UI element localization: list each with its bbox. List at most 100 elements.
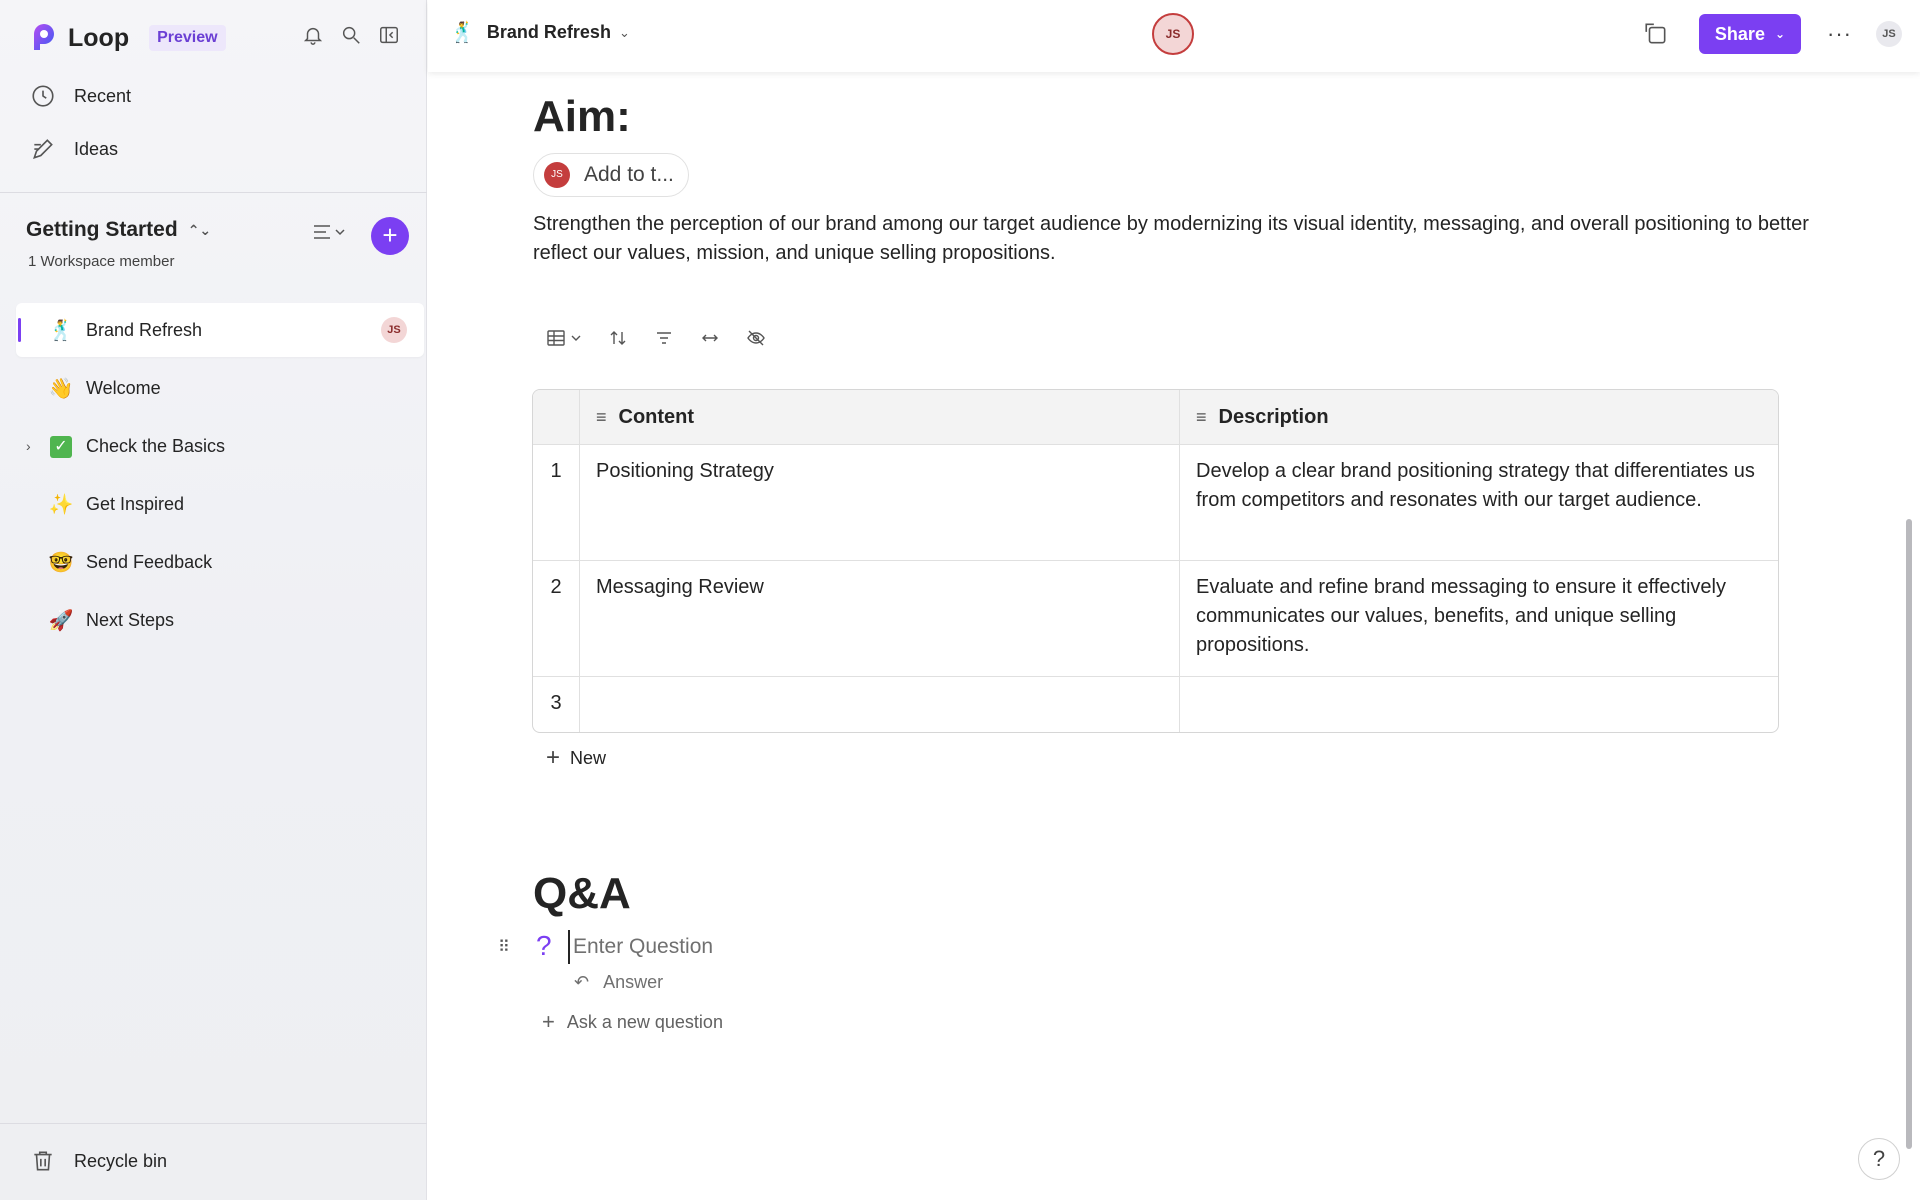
app-name: Loop	[68, 23, 130, 52]
share-label: Share	[1714, 24, 1765, 44]
row-number: 3	[550, 692, 562, 714]
drag-handle-icon[interactable]: ⠿	[498, 937, 510, 957]
scrollbar[interactable]	[1906, 519, 1912, 1149]
column-header-content[interactable]: ≡ Content	[579, 390, 1179, 444]
aim-heading: Aim:	[533, 92, 631, 141]
workspace-view-menu[interactable]	[312, 222, 346, 242]
doc-title-dropdown[interactable]: 🕺 Brand Refresh ⌄	[450, 20, 630, 45]
chevron-down-icon: ⌄	[618, 24, 630, 40]
collapse-sidebar-icon[interactable]	[378, 24, 400, 46]
bell-icon[interactable]	[302, 24, 324, 46]
more-options-icon[interactable]: ···	[1827, 21, 1852, 47]
avatar: JS	[381, 317, 407, 343]
sort-icon[interactable]	[608, 328, 628, 348]
page-item-brand-refresh[interactable]: 🕺 Brand Refresh JS	[16, 303, 424, 357]
page-item-send-feedback[interactable]: 🤓 Send Feedback	[16, 535, 424, 589]
dancer-icon: 🕺	[48, 319, 74, 342]
trash-icon	[34, 1151, 52, 1171]
expand-collapse-icon: ⌃⌄	[187, 221, 212, 238]
chevron-down-icon	[335, 229, 345, 236]
list-view-icon	[314, 225, 330, 239]
recycle-bin[interactable]: Recycle bin	[30, 1148, 167, 1174]
sidebar-divider	[0, 192, 427, 193]
chevron-down-icon	[571, 335, 581, 341]
page-item-label: Get Inspired	[86, 493, 185, 514]
table-cell-content[interactable]: Positioning Strategy	[579, 445, 1179, 560]
plus-icon: +	[546, 744, 561, 771]
page-item-welcome[interactable]: 👋 Welcome	[16, 361, 424, 415]
table-cell-description[interactable]: Develop a clear brand positioning strate…	[1179, 445, 1778, 560]
table-grid-icon	[547, 330, 565, 346]
dancer-icon: 🕺	[450, 22, 475, 44]
ask-new-question-label: Ask a new question	[566, 1011, 723, 1032]
text-column-icon: ≡	[596, 406, 607, 427]
content-table: ≡ Content ≡ Description 1 Positioning St…	[532, 389, 1779, 733]
header-actions: Share ⌄ ··· JS	[1643, 14, 1902, 54]
assignee-label: Add to t...	[584, 163, 674, 186]
table-cell-description[interactable]	[1179, 677, 1778, 732]
workspace-members: 1 Workspace member	[28, 253, 175, 270]
table-cell-description[interactable]: Evaluate and refine brand messaging to e…	[1179, 561, 1778, 676]
search-icon[interactable]	[340, 24, 362, 46]
nerd-face-icon: 🤓	[48, 551, 74, 574]
row-number: 1	[550, 460, 562, 482]
nav-recent[interactable]: Recent	[30, 83, 131, 109]
new-row-label: New	[570, 747, 607, 768]
page-item-get-inspired[interactable]: ✨ Get Inspired	[16, 477, 424, 531]
aim-paragraph[interactable]: Strengthen the perception of our brand a…	[533, 210, 1813, 268]
table-toolbar	[546, 328, 766, 348]
question-input[interactable]	[568, 930, 1068, 964]
answer-label: Answer	[603, 972, 664, 992]
nav-ideas[interactable]: Ideas	[30, 136, 118, 162]
chevron-down-icon: ⌄	[1774, 27, 1786, 41]
share-button[interactable]: Share ⌄	[1698, 14, 1802, 54]
document-canvas: Aim: JS Add to t... Strengthen the perce…	[428, 72, 1920, 1200]
nav-ideas-label: Ideas	[74, 138, 119, 159]
app-brand: Loop Preview	[28, 20, 226, 56]
page-item-next-steps[interactable]: 🚀 Next Steps	[16, 593, 424, 647]
rocket-icon: 🚀	[48, 609, 74, 632]
assignee-chip[interactable]: JS Add to t...	[533, 153, 689, 197]
column-header-label: Content	[618, 405, 695, 428]
plus-icon: +	[542, 1009, 555, 1034]
avatar: JS	[544, 162, 570, 188]
workspace-title[interactable]: Getting Started ⌃⌄	[26, 218, 211, 242]
pen-icon	[33, 139, 53, 159]
add-page-button[interactable]: +	[371, 217, 409, 255]
check-box-icon: ✓	[48, 434, 74, 458]
column-header-description[interactable]: ≡ Description	[1179, 390, 1778, 444]
page-item-label: Check the Basics	[86, 435, 226, 456]
qa-heading: Q&A	[533, 869, 631, 918]
chevron-right-icon[interactable]: ›	[26, 438, 31, 454]
table-row: 1 Positioning Strategy Develop a clear b…	[533, 444, 1778, 560]
user-avatar[interactable]: JS	[1876, 21, 1902, 47]
page-item-label: Welcome	[86, 377, 161, 398]
presence-avatar[interactable]: JS	[1152, 13, 1194, 55]
sidebar-bottom-divider	[0, 1123, 427, 1124]
page-item-label: Brand Refresh	[86, 319, 203, 340]
hide-icon[interactable]	[746, 328, 766, 348]
table-cell-content[interactable]	[579, 677, 1179, 732]
table-cell-content[interactable]: Messaging Review	[579, 561, 1179, 676]
filter-icon[interactable]	[654, 328, 674, 348]
column-width-icon[interactable]	[700, 328, 720, 348]
ask-new-question-button[interactable]: + Ask a new question	[542, 1009, 723, 1035]
focus-frame-icon[interactable]	[1643, 21, 1669, 47]
reply-icon: ↶	[574, 972, 590, 992]
help-button[interactable]: ?	[1858, 1138, 1900, 1180]
table-row: 3	[533, 676, 1778, 732]
page-item-label: Send Feedback	[86, 551, 213, 572]
sidebar-top-icons	[302, 24, 400, 46]
workspace-title-text: Getting Started	[26, 218, 178, 241]
doc-title: Brand Refresh	[486, 22, 611, 42]
green-check-mark: ✓	[50, 436, 72, 458]
sidebar: Loop Preview Recent Ideas Getting Starte…	[0, 0, 427, 1200]
new-row-button[interactable]: + New	[546, 744, 606, 772]
page-item-check-the-basics[interactable]: › ✓ Check the Basics	[16, 419, 424, 473]
page-item-label: Next Steps	[86, 609, 175, 630]
waving-hand-icon: 👋	[48, 377, 74, 400]
row-number: 2	[550, 576, 562, 598]
answer-field[interactable]: ↶ Answer	[568, 972, 663, 993]
table-view-button[interactable]	[546, 328, 582, 348]
text-column-icon: ≡	[1196, 406, 1207, 427]
